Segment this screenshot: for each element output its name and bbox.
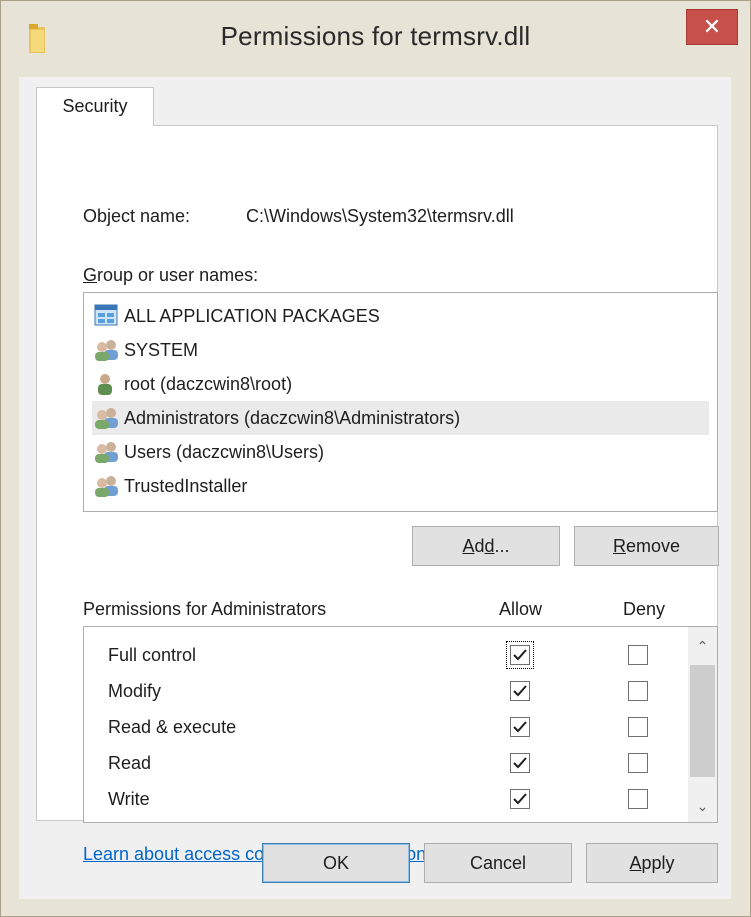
allow-checkbox[interactable] [510, 681, 530, 701]
deny-checkbox[interactable] [628, 789, 648, 809]
permissions-list[interactable]: Full control Modify Read & execute Read … [83, 626, 718, 823]
permission-row: Modify [84, 675, 689, 711]
user-group-icon [95, 442, 118, 463]
allow-column-header: Allow [499, 599, 543, 619]
group-user-listbox[interactable]: ALL APPLICATION PACKAGES SYSTEM root (da… [83, 292, 718, 512]
permissions-label: Permissions for Administrators [83, 599, 327, 619]
tab-panel-security: Object name: C:\Windows\System32\termsrv… [36, 125, 719, 864]
permission-name: Write [108, 789, 150, 809]
checkmark-icon [513, 721, 527, 733]
checkmark-icon [513, 757, 527, 769]
allow-checkbox[interactable] [506, 641, 534, 669]
object-name-label: Object name: [83, 206, 191, 226]
user-icon [98, 374, 112, 395]
permission-row: Full control [84, 639, 689, 675]
chevron-up-icon[interactable]: ⌃ [688, 631, 717, 661]
list-item[interactable]: SYSTEM [92, 333, 709, 367]
deny-checkbox[interactable] [628, 753, 648, 773]
close-button[interactable]: ✕ [686, 9, 738, 45]
list-item[interactable]: Users (daczcwin8\Users) [92, 435, 709, 469]
remove-button[interactable]: Remove [574, 526, 719, 566]
user-group-icon [95, 408, 118, 429]
permission-name: Read [108, 753, 152, 773]
ok-button[interactable]: OK [262, 843, 410, 883]
cancel-button[interactable]: Cancel [424, 843, 572, 883]
permissions-scrollbar[interactable]: ⌃ ⌄ [688, 627, 717, 822]
list-item[interactable]: TrustedInstaller [92, 469, 709, 503]
checkmark-icon [513, 793, 527, 805]
title-bar[interactable]: Permissions for termsrv.dll ✕ [1, 1, 750, 77]
group-names-label: Group or user names: [83, 265, 259, 285]
scrollbar-thumb[interactable] [690, 665, 715, 777]
app-packages-icon [94, 304, 118, 326]
user-group-icon [95, 476, 118, 497]
deny-checkbox[interactable] [628, 717, 648, 737]
allow-checkbox[interactable] [510, 717, 530, 737]
user-group-icon [95, 340, 118, 361]
dialog-client-area: Security Object name: C:\Windows\System3… [19, 77, 731, 899]
tab-security[interactable]: Security [36, 87, 154, 126]
add-button[interactable]: Add... [412, 526, 560, 566]
object-name-value: C:\Windows\System32\termsrv.dll [246, 206, 514, 226]
permission-name: Full control [108, 645, 197, 665]
permission-row: Write [84, 783, 689, 819]
list-item-label: Users (daczcwin8\Users) [124, 442, 325, 462]
list-item-label: root (daczcwin8\root) [124, 374, 293, 394]
list-item-label: SYSTEM [124, 340, 199, 360]
deny-checkbox[interactable] [628, 645, 648, 665]
deny-checkbox[interactable] [628, 681, 648, 701]
permission-row: Read [84, 747, 689, 783]
permission-row: Read & execute [84, 711, 689, 747]
list-item[interactable]: Administrators (daczcwin8\Administrators… [92, 401, 709, 435]
allow-checkbox[interactable] [510, 789, 530, 809]
deny-column-header: Deny [623, 599, 666, 619]
list-item[interactable]: root (daczcwin8\root) [92, 367, 709, 401]
chevron-down-icon[interactable]: ⌄ [688, 791, 717, 821]
permissions-dialog: Permissions for termsrv.dll ✕ Security O… [0, 0, 751, 917]
permission-name: Read & execute [108, 717, 237, 737]
list-item-label: ALL APPLICATION PACKAGES [124, 306, 380, 326]
checkmark-icon [513, 685, 527, 697]
list-item[interactable]: ALL APPLICATION PACKAGES [92, 299, 709, 333]
allow-checkbox[interactable] [510, 753, 530, 773]
permission-name: Modify [108, 681, 162, 701]
list-item-label: Administrators (daczcwin8\Administrators… [124, 408, 461, 428]
apply-button[interactable]: Apply [586, 843, 718, 883]
list-item-label: TrustedInstaller [124, 476, 248, 496]
checkmark-icon [513, 649, 527, 661]
window-title: Permissions for termsrv.dll [220, 21, 531, 51]
